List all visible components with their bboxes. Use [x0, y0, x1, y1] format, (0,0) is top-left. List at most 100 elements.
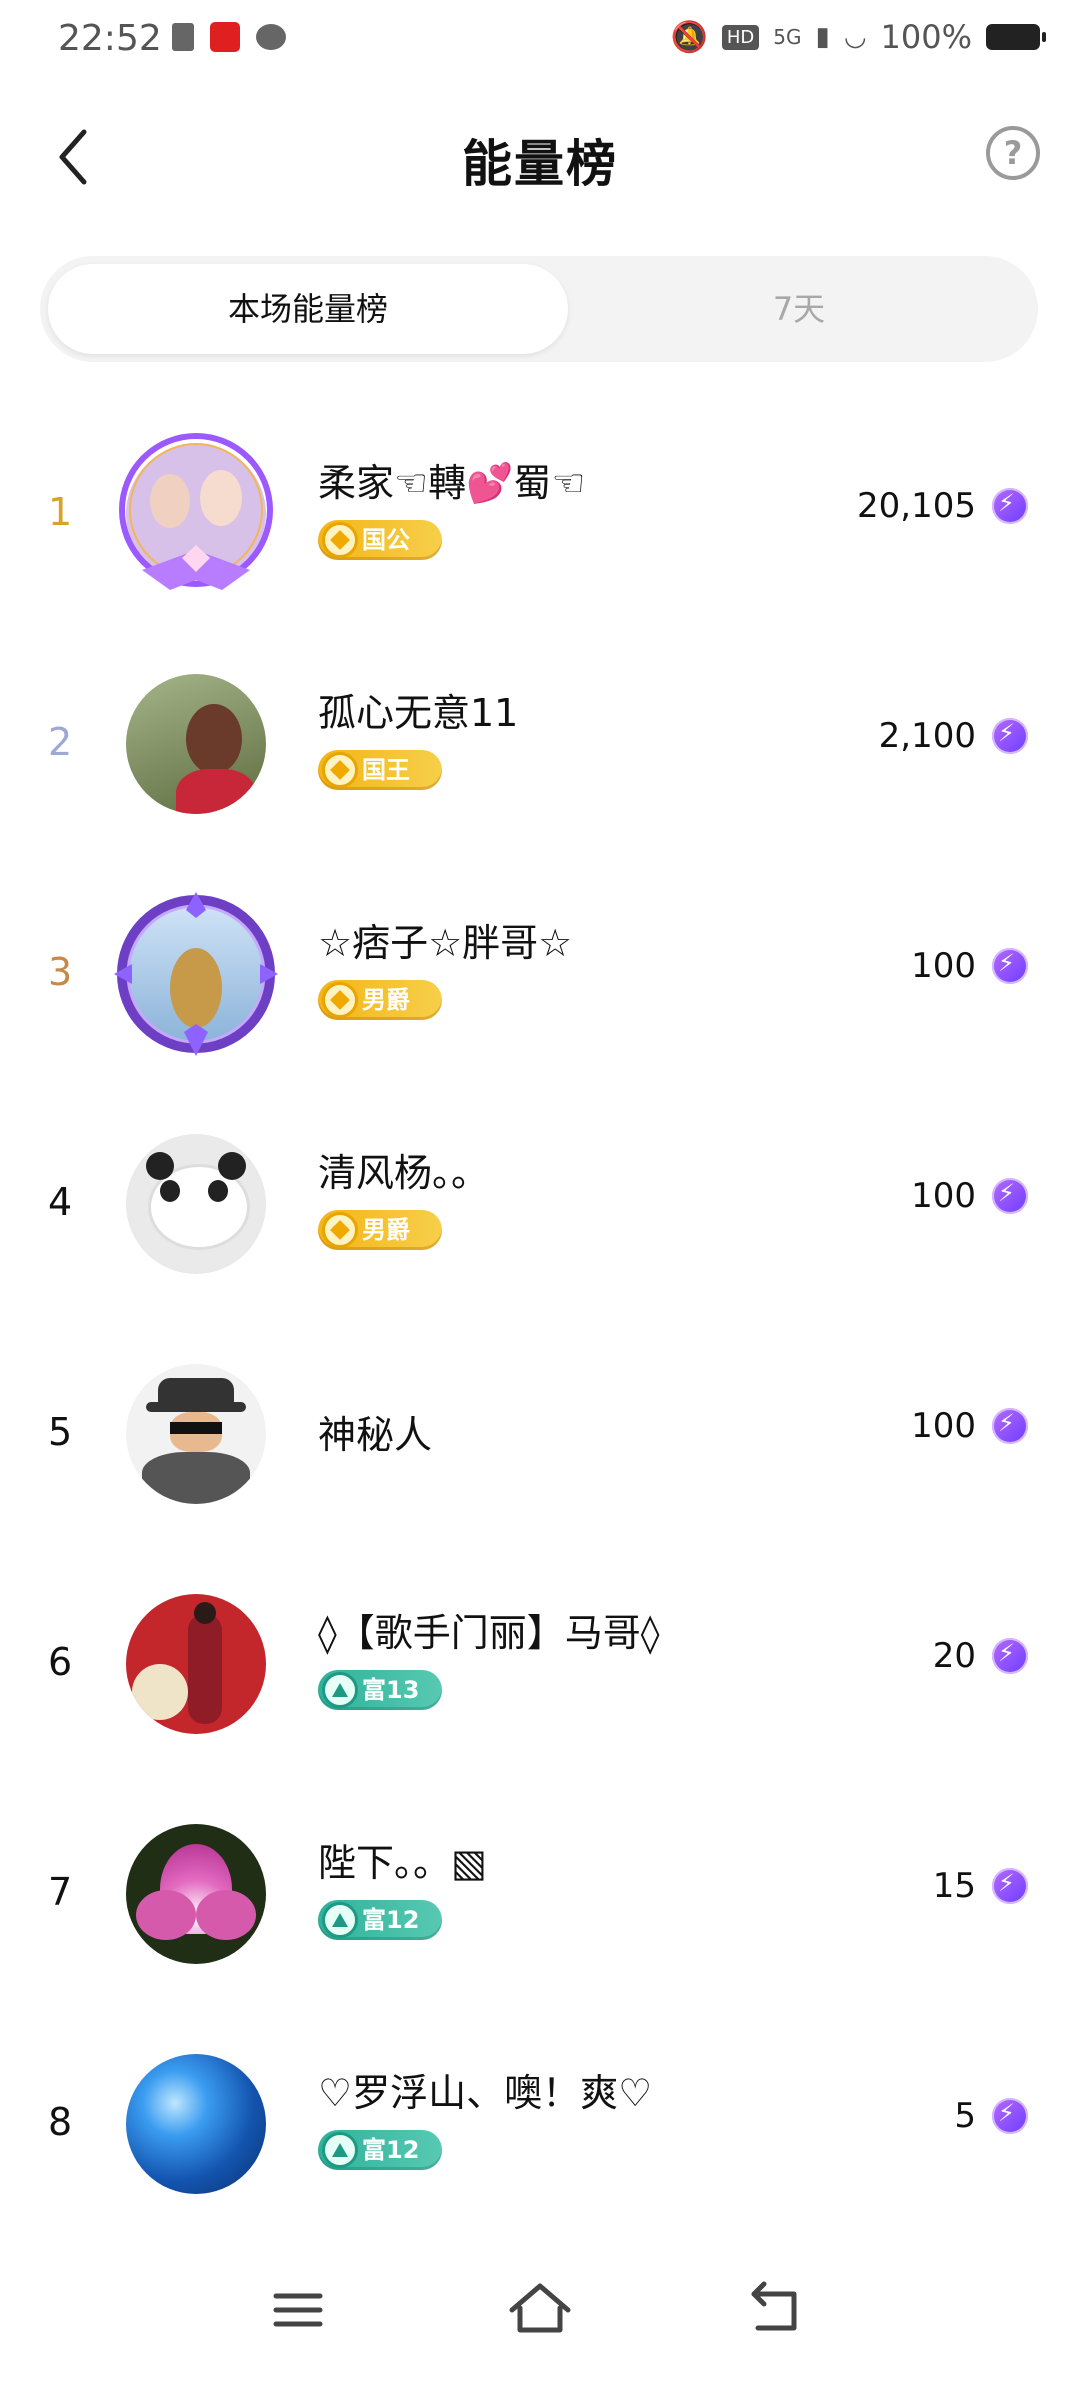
rank-badge: 男爵 [318, 980, 442, 1020]
help-button[interactable]: ? [986, 126, 1040, 180]
triangle-badge-icon [322, 2132, 358, 2168]
question-circle-icon: ? [1003, 134, 1023, 172]
energy-score: 100 [911, 1176, 976, 1216]
lightning-icon [992, 1408, 1028, 1444]
lightning-icon [992, 718, 1028, 754]
energy-score: 100 [911, 946, 976, 986]
nav-home-button[interactable] [500, 2270, 580, 2350]
list-item[interactable]: 7 陛下。。▧ 富12 15 [0, 1790, 1080, 2020]
lightning-icon [992, 2098, 1028, 2134]
badge-label: 男爵 [362, 1216, 410, 1244]
rank-badge: 男爵 [318, 1210, 442, 1250]
avatar-image [126, 1134, 266, 1274]
avatar[interactable] [118, 433, 274, 592]
user-name: 陛下。。▧ [318, 1841, 487, 1885]
energy-score: 100 [911, 1406, 976, 1446]
list-item[interactable]: 1 柔家☜轉💕蜀☜ 国公 20,105 [0, 410, 1080, 640]
rank-number: 5 [48, 1410, 73, 1454]
badge-label: 国公 [362, 526, 410, 554]
wealth-badge: 富12 [318, 1900, 442, 1940]
lightning-icon [992, 1868, 1028, 1904]
battery-icon [986, 24, 1046, 50]
avatar[interactable] [118, 1816, 274, 1972]
avatar-frame-purple [119, 433, 273, 590]
avatar-image [126, 674, 266, 814]
rank-badge: 国王 [318, 750, 442, 790]
diamond-badge-icon [322, 522, 358, 558]
tab-7-days[interactable]: 7天 [568, 264, 1030, 354]
list-item[interactable]: 3 ☆痞子☆胖哥☆ 男爵 100 [0, 870, 1080, 1100]
triangle-badge-icon [322, 1672, 358, 1708]
avatar[interactable] [118, 666, 274, 822]
hd-icon: HD [721, 24, 760, 50]
chat-bubble-icon [256, 24, 286, 50]
badge-label: 富12 [362, 2136, 420, 2164]
badge-label: 男爵 [362, 986, 410, 1014]
list-item[interactable]: 4 清风杨。。 男爵 100 [0, 1100, 1080, 1330]
avatar[interactable] [118, 1356, 274, 1512]
diamond-badge-icon [322, 982, 358, 1018]
wifi-icon: ◡ [843, 22, 867, 52]
rank-number: 1 [48, 490, 73, 534]
diamond-badge-icon [322, 752, 358, 788]
avatar-image [126, 1594, 266, 1734]
status-notification-icons [172, 22, 286, 52]
status-bar: 22:52 🔕 HD 5G ▮ ◡ 100% [0, 0, 1080, 84]
back-arrow-icon [751, 2281, 797, 2331]
mute-bell-icon: 🔕 [670, 19, 708, 55]
status-right-icons: 🔕 HD 5G ▮ ◡ 100% [670, 18, 1046, 56]
lightning-icon [992, 1178, 1028, 1214]
rank-number: 3 [48, 950, 73, 994]
page-header: 能量榜 ? [0, 110, 1080, 200]
nav-menu-button[interactable] [258, 2270, 338, 2350]
list-item[interactable]: 2 孤心无意11 国王 2,100 [0, 640, 1080, 870]
avatar-image [126, 2054, 266, 2194]
avatar[interactable] [118, 1126, 274, 1282]
rank-badge: 国公 [318, 520, 442, 560]
badge-label: 国王 [362, 756, 410, 784]
rank-number: 8 [48, 2100, 73, 2144]
energy-score: 15 [932, 1866, 976, 1906]
energy-score: 20,105 [857, 486, 976, 526]
battery-percent: 100% [880, 18, 972, 56]
home-icon [509, 2283, 571, 2333]
ranking-list: 1 柔家☜轉💕蜀☜ 国公 20,105 2 [0, 410, 1080, 2250]
ranking-tabs: 本场能量榜 7天 [40, 256, 1038, 362]
energy-score: 2,100 [878, 716, 976, 756]
nav-back-button[interactable] [736, 2270, 816, 2350]
list-item[interactable]: 8 ♡罗浮山、噢！爽♡ 富12 5 [0, 2020, 1080, 2250]
avatar-image [126, 1364, 266, 1504]
wealth-badge: 富13 [318, 1670, 442, 1710]
lightning-icon [992, 948, 1028, 984]
user-name: 柔家☜轉💕蜀☜ [318, 461, 586, 505]
energy-score: 5 [954, 2096, 976, 2136]
lightning-icon [992, 1638, 1028, 1674]
status-time: 22:52 [58, 18, 162, 59]
triangle-badge-icon [322, 1902, 358, 1938]
user-name: 孤心无意11 [318, 691, 519, 735]
diamond-badge-icon [322, 1212, 358, 1248]
user-name: 神秘人 [318, 1413, 433, 1457]
wealth-badge: 富12 [318, 2130, 442, 2170]
list-item[interactable]: 5 神秘人 100 [0, 1330, 1080, 1560]
lightning-icon [992, 488, 1028, 524]
rank-number: 6 [48, 1640, 73, 1684]
tab-current-session[interactable]: 本场能量榜 [48, 264, 568, 354]
user-name: ☆痞子☆胖哥☆ [318, 921, 573, 965]
badge-label: 富13 [362, 1676, 420, 1704]
badge-label: 富12 [362, 1906, 420, 1934]
avatar[interactable] [118, 2046, 274, 2202]
app-heart-icon [210, 22, 240, 52]
network-5g-icon: 5G [773, 25, 802, 49]
rank-number: 4 [48, 1180, 73, 1224]
avatar[interactable] [114, 892, 278, 1056]
page-title: 能量榜 [462, 135, 618, 193]
avatar-image [126, 1824, 266, 1964]
avatar[interactable] [118, 1586, 274, 1742]
user-name: 清风杨。。 [318, 1151, 490, 1195]
clipboard-check-icon [172, 23, 194, 51]
menu-icon [273, 2293, 323, 2327]
user-name: ♡罗浮山、噢！爽♡ [318, 2071, 653, 2115]
energy-score: 20 [932, 1636, 976, 1676]
list-item[interactable]: 6 ◊【歌手门丽】马哥◊ 富13 20 [0, 1560, 1080, 1790]
